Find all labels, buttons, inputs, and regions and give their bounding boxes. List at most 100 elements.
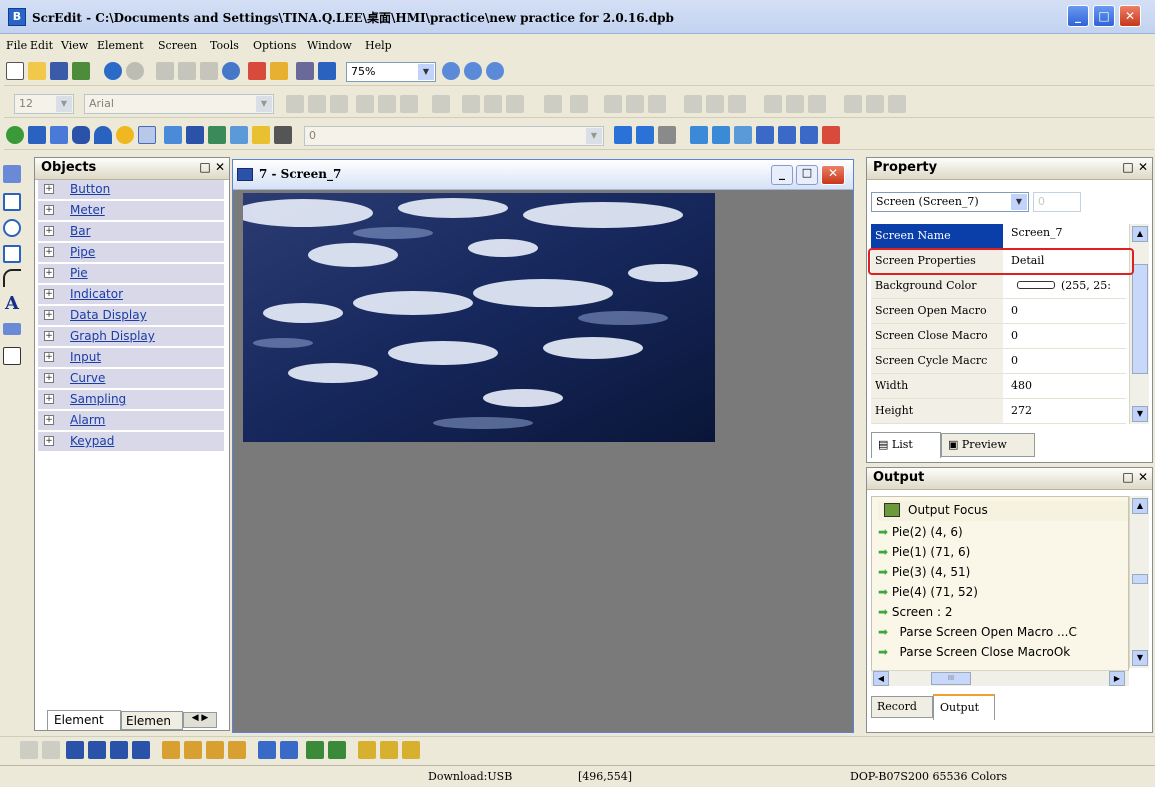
- panel-controls-icon[interactable]: □ ✕: [199, 160, 225, 174]
- compile-icon[interactable]: [318, 62, 336, 80]
- property-row-screen-name[interactable]: Screen Name Screen_7: [871, 224, 1126, 249]
- valign-top-icon[interactable]: [356, 95, 374, 113]
- align-right-edge-icon[interactable]: [184, 741, 202, 759]
- expand-icon[interactable]: +: [44, 310, 54, 320]
- property-row-cycle-macro[interactable]: Screen Cycle Macrc 0: [871, 349, 1126, 374]
- alarm-element-icon[interactable]: [252, 126, 270, 144]
- same-width-icon[interactable]: [844, 95, 862, 113]
- expand-icon[interactable]: +: [44, 289, 54, 299]
- tab-element[interactable]: Element: [47, 710, 121, 730]
- bar-element-icon[interactable]: [50, 126, 68, 144]
- paste-icon[interactable]: [200, 62, 218, 80]
- center-v-icon[interactable]: [328, 741, 346, 759]
- object-item-button[interactable]: + Button: [38, 180, 224, 200]
- tab-element-2[interactable]: Elemen: [121, 711, 183, 730]
- tab-record[interactable]: Record: [871, 696, 933, 718]
- object-item-alarm[interactable]: + Alarm: [38, 411, 224, 431]
- save-icon[interactable]: [50, 62, 68, 80]
- menu-view[interactable]: View: [61, 39, 88, 52]
- object-item-pie[interactable]: + Pie: [38, 264, 224, 284]
- property-row-open-macro[interactable]: Screen Open Macro 0: [871, 299, 1126, 324]
- align-obj-middle-icon[interactable]: [706, 95, 724, 113]
- align-left-icon[interactable]: [286, 95, 304, 113]
- scroll-thumb[interactable]: [1132, 574, 1148, 584]
- object-item-indicator[interactable]: + Indicator: [38, 285, 224, 305]
- align-left-edge-icon[interactable]: [162, 741, 180, 759]
- align-bottom-edge-icon[interactable]: [228, 741, 246, 759]
- keypad-element-icon[interactable]: [274, 126, 292, 144]
- zoom-fit-icon[interactable]: [486, 62, 504, 80]
- expand-icon[interactable]: +: [44, 394, 54, 404]
- data-display-icon[interactable]: [138, 126, 156, 144]
- v-space-icon[interactable]: [280, 741, 298, 759]
- object-item-data-display[interactable]: + Data Display: [38, 306, 224, 326]
- expand-icon[interactable]: +: [44, 373, 54, 383]
- distribute-v-icon[interactable]: [786, 95, 804, 113]
- undo-icon[interactable]: [104, 62, 122, 80]
- zoom-out-icon[interactable]: [464, 62, 482, 80]
- scale-icon[interactable]: [3, 323, 21, 335]
- object-item-meter[interactable]: + Meter: [38, 201, 224, 221]
- expand-icon[interactable]: +: [44, 205, 54, 215]
- h-space-icon[interactable]: [258, 741, 276, 759]
- output-h-scrollbar[interactable]: ◀ III ▶: [871, 670, 1129, 686]
- simulate-icon[interactable]: [822, 126, 840, 144]
- same-height-icon[interactable]: [866, 95, 884, 113]
- menu-window[interactable]: Window: [307, 39, 352, 52]
- align-obj-top-icon[interactable]: [684, 95, 702, 113]
- screen-o-icon[interactable]: [614, 126, 632, 144]
- property-index-spinner[interactable]: 0: [1033, 192, 1081, 212]
- screen-close-button[interactable]: ✕: [821, 165, 845, 185]
- new-file-icon[interactable]: [6, 62, 24, 80]
- download-icon[interactable]: [248, 62, 266, 80]
- bring-forward-icon[interactable]: [110, 741, 128, 759]
- menu-options[interactable]: Options: [253, 39, 296, 52]
- screen-minimize-button[interactable]: _: [771, 165, 793, 185]
- pipe-element-icon[interactable]: [72, 126, 90, 144]
- object-item-sampling[interactable]: + Sampling: [38, 390, 224, 410]
- text-tool-icon[interactable]: A: [5, 293, 19, 314]
- align-obj-center-icon[interactable]: [626, 95, 644, 113]
- scroll-down-icon[interactable]: ▼: [1132, 650, 1148, 666]
- tab-list[interactable]: ▤ List: [871, 432, 941, 458]
- property-row-close-macro[interactable]: Screen Close Macro 0: [871, 324, 1126, 349]
- redo-icon[interactable]: [126, 62, 144, 80]
- arc-icon[interactable]: [3, 269, 21, 287]
- expand-icon[interactable]: +: [44, 184, 54, 194]
- font-name-select[interactable]: Arial ▼: [84, 94, 274, 114]
- window-tile-icon[interactable]: [756, 126, 774, 144]
- bold-icon[interactable]: [462, 95, 480, 113]
- transfer-out-icon[interactable]: [712, 126, 730, 144]
- polygon-icon[interactable]: [3, 245, 21, 263]
- zoom-select[interactable]: 75% ▼: [346, 62, 436, 82]
- window-cascade-icon[interactable]: [778, 126, 796, 144]
- ungroup-icon[interactable]: [42, 741, 60, 759]
- italic-icon[interactable]: [484, 95, 502, 113]
- panel-controls-icon[interactable]: □ ✕: [1122, 470, 1148, 484]
- rectangle-icon[interactable]: [3, 193, 21, 211]
- property-object-select[interactable]: Screen (Screen_7) ▼: [871, 192, 1029, 212]
- center-icon[interactable]: [888, 95, 906, 113]
- transfer-in-icon[interactable]: [690, 126, 708, 144]
- output-focus-row[interactable]: Output Focus: [878, 501, 1128, 521]
- line-tool-icon[interactable]: [544, 95, 562, 113]
- send-backward-icon[interactable]: [132, 741, 150, 759]
- zoom-in-icon[interactable]: [442, 62, 460, 80]
- frame-icon[interactable]: [570, 95, 588, 113]
- screen-home-icon[interactable]: [658, 126, 676, 144]
- make-same-size-icon[interactable]: [402, 741, 420, 759]
- font-size-select[interactable]: 12 ▼: [14, 94, 74, 114]
- button-element-icon[interactable]: [6, 126, 24, 144]
- output-v-scrollbar[interactable]: ▲ ▼: [1129, 496, 1149, 668]
- scroll-thumb[interactable]: [1132, 264, 1148, 374]
- find-icon[interactable]: [222, 62, 240, 80]
- align-obj-right-icon[interactable]: [648, 95, 666, 113]
- screen-maximize-button[interactable]: □: [796, 165, 818, 185]
- indicator-element-icon[interactable]: [116, 126, 134, 144]
- maximize-button[interactable]: □: [1093, 5, 1115, 27]
- cut-icon[interactable]: [156, 62, 174, 80]
- input-element-icon[interactable]: [186, 126, 204, 144]
- object-item-bar[interactable]: + Bar: [38, 222, 224, 242]
- scroll-left-icon[interactable]: ◀: [873, 671, 889, 686]
- valign-middle-icon[interactable]: [378, 95, 396, 113]
